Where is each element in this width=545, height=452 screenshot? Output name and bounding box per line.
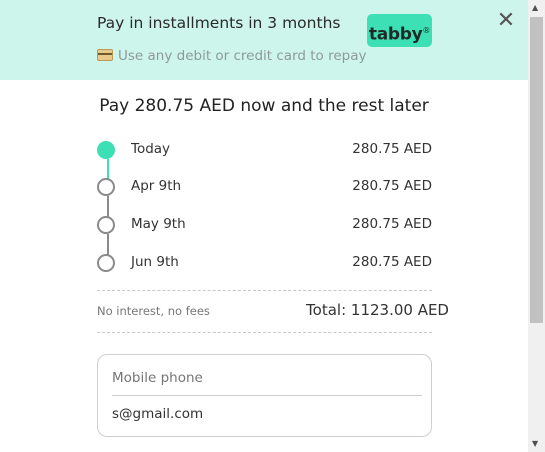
scrollbar[interactable]: ▲ ▼ xyxy=(528,0,545,452)
no-interest-note: No interest, no fees xyxy=(97,304,210,318)
tabby-logo: tabby® xyxy=(367,14,432,47)
schedule-date: May 9th xyxy=(131,216,186,232)
credit-card-icon xyxy=(97,49,113,61)
timeline-dot-active xyxy=(97,141,115,159)
schedule-date: Apr 9th xyxy=(131,178,182,194)
schedule-row-today: Today 280.75 AED xyxy=(97,140,432,164)
timeline-dot xyxy=(97,254,115,272)
contact-form xyxy=(97,354,432,437)
total-amount: Total: 1123.00 AED xyxy=(306,301,449,319)
timeline-dot xyxy=(97,178,115,196)
schedule-amount: 280.75 AED xyxy=(352,141,432,157)
header-title: Pay in installments in 3 months xyxy=(97,14,341,32)
schedule-amount: 280.75 AED xyxy=(352,178,432,194)
schedule-row-jun: Jun 9th 280.75 AED xyxy=(97,253,432,277)
divider-top xyxy=(97,290,432,291)
schedule-row-apr: Apr 9th 280.75 AED xyxy=(97,177,432,201)
header-banner: Pay in installments in 3 months Use any … xyxy=(0,0,528,80)
mobile-phone-input[interactable] xyxy=(112,367,422,389)
field-divider xyxy=(112,395,422,396)
close-icon[interactable]: ✕ xyxy=(495,10,517,32)
schedule-amount: 280.75 AED xyxy=(352,216,432,232)
logo-mark: ® xyxy=(422,26,431,35)
schedule-row-may: May 9th 280.75 AED xyxy=(97,215,432,239)
divider-bottom xyxy=(97,332,432,333)
logo-text: tabby xyxy=(368,24,423,45)
scroll-down-arrow-icon[interactable]: ▼ xyxy=(532,439,538,448)
email-input[interactable] xyxy=(112,403,422,425)
schedule-amount: 280.75 AED xyxy=(352,254,432,270)
scroll-up-arrow-icon[interactable]: ▲ xyxy=(532,3,538,12)
header-subtitle: Use any debit or credit card to repay xyxy=(97,48,367,64)
schedule-date: Today xyxy=(131,141,171,157)
header-subtitle-text: Use any debit or credit card to repay xyxy=(118,48,367,64)
page-title: Pay 280.75 AED now and the rest later xyxy=(99,96,429,116)
timeline-dot xyxy=(97,216,115,234)
scrollbar-thumb[interactable] xyxy=(530,17,543,323)
schedule-date: Jun 9th xyxy=(131,254,179,270)
